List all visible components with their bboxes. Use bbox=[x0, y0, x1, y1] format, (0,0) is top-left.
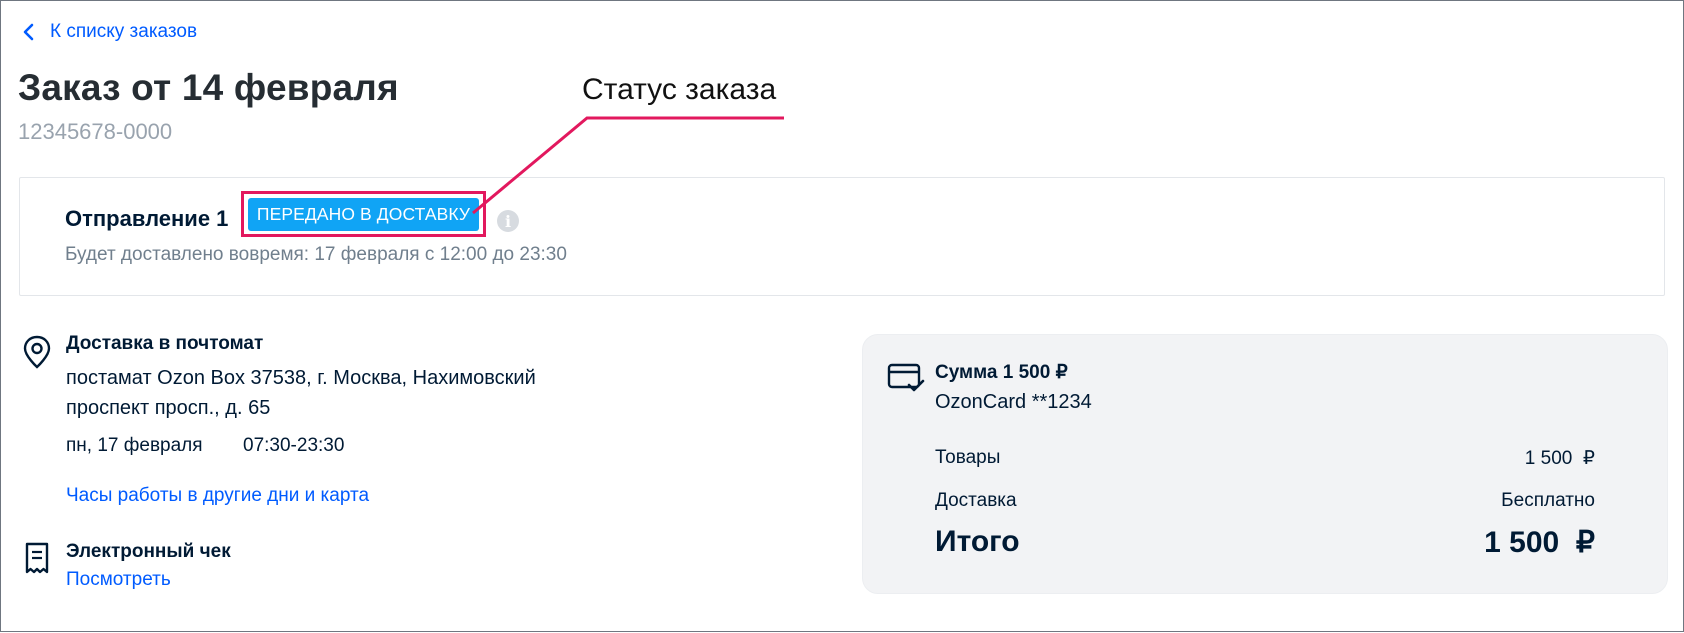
payment-card-name: OzonCard **1234 bbox=[935, 391, 1092, 413]
goods-value: 1 500 ₽ bbox=[1524, 448, 1595, 469]
annotation-label: Статус заказа bbox=[582, 73, 777, 106]
summary-title: Сумма 1 500 ₽ bbox=[935, 362, 1068, 383]
delivery-cost-value: Бесплатно bbox=[1501, 490, 1595, 511]
shipment-card: Отправление 1 ПЕРЕДАНО В ДОСТАВКУ i Буде… bbox=[19, 177, 1665, 296]
delivery-cost-label: Доставка bbox=[935, 490, 1017, 511]
shipment-title: Отправление 1 bbox=[65, 206, 229, 231]
delivery-time-note: Будет доставлено вовремя: 17 февраля с 1… bbox=[65, 244, 567, 265]
hours-and-map-link[interactable]: Часы работы в другие дни и карта bbox=[66, 485, 369, 507]
info-icon[interactable]: i bbox=[497, 210, 519, 232]
chevron-left-icon bbox=[23, 23, 34, 41]
receipt-title: Электронный чек bbox=[66, 541, 231, 562]
delivery-cost-row: Доставка Бесплатно bbox=[935, 490, 1595, 512]
page-title: Заказ от 14 февраля bbox=[18, 67, 399, 108]
goods-label: Товары bbox=[935, 447, 1001, 468]
goods-row: Товары 1 500 ₽ bbox=[935, 447, 1595, 470]
delivery-hours: 07:30-23:30 bbox=[243, 435, 345, 456]
back-link-label: К списку заказов bbox=[50, 21, 198, 42]
status-highlight-frame: ПЕРЕДАНО В ДОСТАВКУ bbox=[241, 191, 486, 237]
back-to-orders-link[interactable]: К списку заказов bbox=[22, 21, 197, 43]
view-receipt-link[interactable]: Посмотреть bbox=[66, 569, 171, 591]
credit-card-icon bbox=[887, 363, 925, 392]
order-number: 12345678-0000 bbox=[18, 119, 173, 144]
map-pin-icon bbox=[23, 335, 51, 369]
status-badge: ПЕРЕДАНО В ДОСТАВКУ bbox=[247, 197, 480, 231]
total-row: Итого 1 500 ₽ bbox=[935, 525, 1595, 560]
order-summary-card: Сумма 1 500 ₽ OzonCard **1234 Товары 1 5… bbox=[862, 334, 1668, 594]
receipt-icon bbox=[25, 542, 49, 574]
order-page: К списку заказов Заказ от 14 февраля 123… bbox=[0, 0, 1684, 632]
total-value: 1 500 ₽ bbox=[1484, 526, 1595, 559]
delivery-address: постамат Ozon Box 37538, г. Москва, Нахи… bbox=[66, 367, 536, 419]
delivery-date: пн, 17 февраля bbox=[66, 435, 203, 456]
delivery-title: Доставка в почтомат bbox=[66, 333, 264, 354]
total-label: Итого bbox=[935, 525, 1020, 558]
